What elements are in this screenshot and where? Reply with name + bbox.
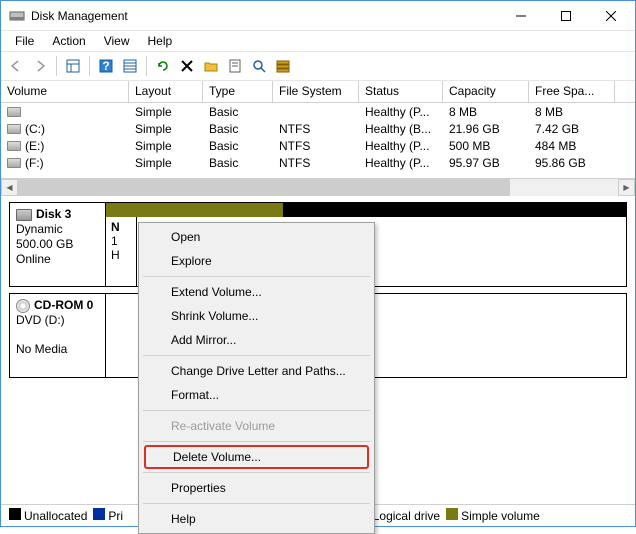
disk-icon: [16, 209, 32, 221]
ctx-format[interactable]: Format...: [141, 383, 372, 407]
context-separator: [143, 441, 370, 442]
ctx-help[interactable]: Help: [141, 507, 372, 531]
drive-icon: [7, 124, 21, 134]
ctx-properties[interactable]: Properties: [141, 476, 372, 500]
col-status[interactable]: Status: [359, 81, 443, 102]
properties-icon[interactable]: [224, 55, 246, 77]
col-capacity[interactable]: Capacity: [443, 81, 529, 102]
scroll-thumb[interactable]: [18, 179, 510, 196]
volume-table: Volume Layout Type File System Status Ca…: [1, 81, 635, 196]
menu-help[interactable]: Help: [140, 32, 181, 50]
table-row[interactable]: (F:) Simple Basic NTFS Healthy (P... 95.…: [1, 154, 635, 171]
ctx-add-mirror[interactable]: Add Mirror...: [141, 328, 372, 352]
help-icon[interactable]: ?: [95, 55, 117, 77]
table-row[interactable]: (C:) Simple Basic NTFS Healthy (B... 21.…: [1, 120, 635, 137]
forward-button[interactable]: [29, 55, 51, 77]
table-row[interactable]: Simple Basic Healthy (P... 8 MB 8 MB: [1, 103, 635, 120]
table-row[interactable]: (E:) Simple Basic NTFS Healthy (P... 500…: [1, 137, 635, 154]
back-button[interactable]: [5, 55, 27, 77]
ctx-explore[interactable]: Explore: [141, 249, 372, 273]
context-separator: [143, 410, 370, 411]
ctx-shrink-volume[interactable]: Shrink Volume...: [141, 304, 372, 328]
toolbar-list-icon[interactable]: [272, 55, 294, 77]
scroll-left-button[interactable]: ◀: [1, 179, 18, 196]
folder-icon[interactable]: [200, 55, 222, 77]
ctx-open[interactable]: Open: [141, 225, 372, 249]
drive-icon: [7, 141, 21, 151]
table-header: Volume Layout Type File System Status Ca…: [1, 81, 635, 103]
swatch-unallocated: [9, 508, 21, 520]
cdrom-icon: [16, 299, 30, 313]
partition-bar-simple: [106, 203, 283, 217]
ctx-change-drive-letter[interactable]: Change Drive Letter and Paths...: [141, 359, 372, 383]
horizontal-scrollbar[interactable]: ◀ ▶: [1, 178, 635, 195]
ctx-delete-volume[interactable]: Delete Volume...: [144, 445, 369, 469]
search-icon[interactable]: [248, 55, 270, 77]
drive-icon: [7, 107, 21, 117]
table-body: Simple Basic Healthy (P... 8 MB 8 MB (C:…: [1, 103, 635, 178]
disk-info: CD-ROM 0 DVD (D:) No Media: [10, 294, 106, 377]
col-filesystem[interactable]: File System: [273, 81, 359, 102]
col-volume[interactable]: Volume: [1, 81, 129, 102]
swatch-simple: [446, 508, 458, 520]
menubar: File Action View Help: [1, 31, 635, 51]
minimize-button[interactable]: [498, 1, 543, 30]
disk-info: Disk 3 Dynamic 500.00 GB Online: [10, 203, 106, 286]
maximize-button[interactable]: [543, 1, 588, 30]
context-menu: Open Explore Extend Volume... Shrink Vol…: [138, 222, 375, 534]
titlebar: Disk Management: [1, 1, 635, 31]
toolbar-settings-icon[interactable]: [119, 55, 141, 77]
close-button[interactable]: [588, 1, 633, 30]
context-separator: [143, 472, 370, 473]
refresh-icon[interactable]: [152, 55, 174, 77]
ctx-reactivate-volume: Re-activate Volume: [141, 414, 372, 438]
delete-icon[interactable]: [176, 55, 198, 77]
toolbar: ?: [1, 51, 635, 81]
col-layout[interactable]: Layout: [129, 81, 203, 102]
menu-action[interactable]: Action: [44, 32, 93, 50]
partition-cell[interactable]: N 1 H: [106, 217, 137, 286]
col-type[interactable]: Type: [203, 81, 273, 102]
context-separator: [143, 355, 370, 356]
svg-text:?: ?: [102, 59, 109, 73]
app-icon: [9, 8, 25, 24]
context-separator: [143, 276, 370, 277]
col-free[interactable]: Free Spa...: [529, 81, 615, 102]
scroll-right-button[interactable]: ▶: [618, 179, 635, 196]
toolbar-view-icon[interactable]: [62, 55, 84, 77]
menu-view[interactable]: View: [96, 32, 138, 50]
drive-icon: [7, 158, 21, 168]
partition-bar-unallocated: [283, 203, 626, 217]
window-title: Disk Management: [31, 9, 498, 23]
ctx-extend-volume[interactable]: Extend Volume...: [141, 280, 372, 304]
swatch-primary: [93, 508, 105, 520]
context-separator: [143, 503, 370, 504]
menu-file[interactable]: File: [7, 32, 42, 50]
